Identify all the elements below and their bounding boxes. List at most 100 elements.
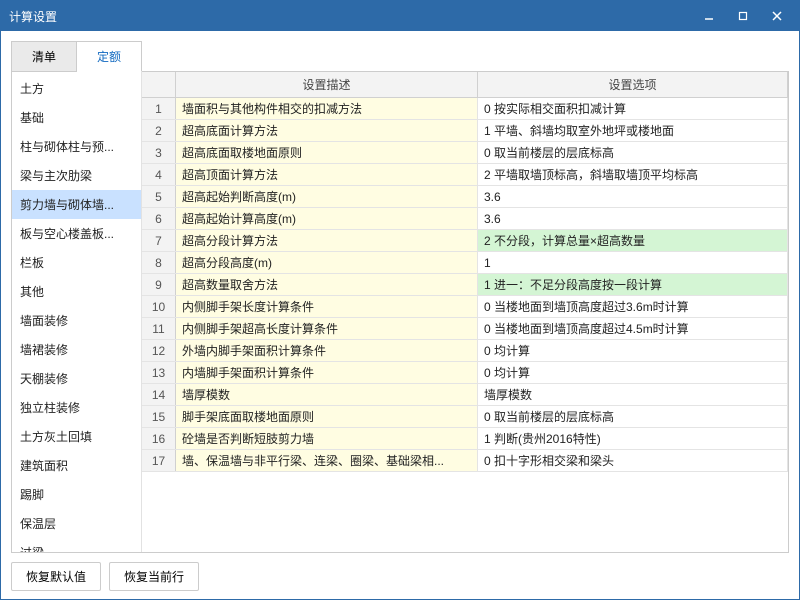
table-row: 15脚手架底面取楼地面原则0 取当前楼层的层底标高 xyxy=(142,406,788,428)
setting-description-cell[interactable]: 脚手架底面取楼地面原则 xyxy=(176,406,478,427)
setting-option-cell[interactable]: 0 当楼地面到墙顶高度超过4.5m时计算 xyxy=(478,318,788,339)
dialog-window: 计算设置 清单 定额 土方基础柱与砌体柱与预...梁与主次肋梁剪力墙与砌体墙..… xyxy=(0,0,800,600)
setting-description-cell[interactable]: 墙面积与其他构件相交的扣减方法 xyxy=(176,98,478,119)
table-row: 17墙、保温墙与非平行梁、连梁、圈梁、基础梁相...0 扣十字形相交梁和梁头 xyxy=(142,450,788,472)
sidebar-item[interactable]: 天棚装修 xyxy=(12,364,141,393)
column-header-opt[interactable]: 设置选项 xyxy=(478,72,788,97)
setting-description-cell[interactable]: 超高底面取楼地面原则 xyxy=(176,142,478,163)
row-number: 12 xyxy=(142,340,176,361)
table-row: 8超高分段高度(m)1 xyxy=(142,252,788,274)
restore-defaults-button[interactable]: 恢复默认值 xyxy=(11,562,101,591)
setting-description-cell[interactable]: 超高分段计算方法 xyxy=(176,230,478,251)
setting-description-cell[interactable]: 超高顶面计算方法 xyxy=(176,164,478,185)
setting-option-cell[interactable]: 0 均计算 xyxy=(478,362,788,383)
sidebar-item[interactable]: 建筑面积 xyxy=(12,451,141,480)
sidebar-item[interactable]: 土方 xyxy=(12,74,141,103)
content-area: 清单 定额 土方基础柱与砌体柱与预...梁与主次肋梁剪力墙与砌体墙...板与空心… xyxy=(1,31,799,599)
setting-option-cell[interactable]: 墙厚模数 xyxy=(478,384,788,405)
table-row: 3超高底面取楼地面原则0 取当前楼层的层底标高 xyxy=(142,142,788,164)
setting-description-cell[interactable]: 超高起始计算高度(m) xyxy=(176,208,478,229)
window-title: 计算设置 xyxy=(9,8,695,25)
table-row: 16砼墙是否判断短肢剪力墙1 判断(贵州2016特性) xyxy=(142,428,788,450)
setting-description-cell[interactable]: 外墙内脚手架面积计算条件 xyxy=(176,340,478,361)
table-row: 4超高顶面计算方法2 平墙取墙顶标高，斜墙取墙顶平均标高 xyxy=(142,164,788,186)
setting-description-cell[interactable]: 墙、保温墙与非平行梁、连梁、圈梁、基础梁相... xyxy=(176,450,478,471)
setting-option-cell[interactable]: 0 按实际相交面积扣减计算 xyxy=(478,98,788,119)
setting-option-cell[interactable]: 1 xyxy=(478,252,788,273)
setting-option-cell[interactable]: 2 不分段，计算总量×超高数量 xyxy=(478,230,788,251)
setting-description-cell[interactable]: 内侧脚手架长度计算条件 xyxy=(176,296,478,317)
setting-description-cell[interactable]: 超高起始判断高度(m) xyxy=(176,186,478,207)
setting-option-cell[interactable]: 3.6 xyxy=(478,208,788,229)
row-number: 5 xyxy=(142,186,176,207)
sidebar-item[interactable]: 梁与主次肋梁 xyxy=(12,161,141,190)
setting-option-cell[interactable]: 1 平墙、斜墙均取室外地坪或楼地面 xyxy=(478,120,788,141)
setting-option-cell[interactable]: 1 判断(贵州2016特性) xyxy=(478,428,788,449)
column-header-desc[interactable]: 设置描述 xyxy=(176,72,478,97)
maximize-button[interactable] xyxy=(729,6,757,26)
row-number: 16 xyxy=(142,428,176,449)
row-number: 1 xyxy=(142,98,176,119)
sidebar-item[interactable]: 剪力墙与砌体墙... xyxy=(12,190,141,219)
sidebar-item[interactable]: 保温层 xyxy=(12,509,141,538)
sidebar-item[interactable]: 墙裙装修 xyxy=(12,335,141,364)
row-number: 10 xyxy=(142,296,176,317)
setting-description-cell[interactable]: 超高数量取舍方法 xyxy=(176,274,478,295)
row-number: 15 xyxy=(142,406,176,427)
tabs-row: 清单 定额 xyxy=(11,41,789,72)
setting-description-cell[interactable]: 墙厚模数 xyxy=(176,384,478,405)
sidebar-item[interactable]: 独立柱装修 xyxy=(12,393,141,422)
row-number: 14 xyxy=(142,384,176,405)
row-number: 6 xyxy=(142,208,176,229)
setting-option-cell[interactable]: 0 取当前楼层的层底标高 xyxy=(478,406,788,427)
setting-option-cell[interactable]: 0 均计算 xyxy=(478,340,788,361)
sidebar-item[interactable]: 板与空心楼盖板... xyxy=(12,219,141,248)
footer: 恢复默认值 恢复当前行 xyxy=(11,553,789,593)
setting-description-cell[interactable]: 砼墙是否判断短肢剪力墙 xyxy=(176,428,478,449)
tab-quota[interactable]: 定额 xyxy=(77,41,142,72)
sidebar-item[interactable]: 过梁 xyxy=(12,538,141,552)
table-row: 5超高起始判断高度(m)3.6 xyxy=(142,186,788,208)
sidebar-item[interactable]: 墙面装修 xyxy=(12,306,141,335)
setting-option-cell[interactable]: 0 扣十字形相交梁和梁头 xyxy=(478,450,788,471)
table-row: 12外墙内脚手架面积计算条件0 均计算 xyxy=(142,340,788,362)
sidebar-item[interactable]: 柱与砌体柱与预... xyxy=(12,132,141,161)
table-row: 11内侧脚手架超高长度计算条件0 当楼地面到墙顶高度超过4.5m时计算 xyxy=(142,318,788,340)
grid-body: 1墙面积与其他构件相交的扣减方法0 按实际相交面积扣减计算2超高底面计算方法1 … xyxy=(142,98,788,552)
setting-description-cell[interactable]: 超高底面计算方法 xyxy=(176,120,478,141)
titlebar: 计算设置 xyxy=(1,1,799,31)
category-sidebar: 土方基础柱与砌体柱与预...梁与主次肋梁剪力墙与砌体墙...板与空心楼盖板...… xyxy=(12,72,142,552)
panel-body: 土方基础柱与砌体柱与预...梁与主次肋梁剪力墙与砌体墙...板与空心楼盖板...… xyxy=(11,71,789,553)
row-number: 9 xyxy=(142,274,176,295)
setting-description-cell[interactable]: 内墙脚手架面积计算条件 xyxy=(176,362,478,383)
tabs-panel: 清单 定额 土方基础柱与砌体柱与预...梁与主次肋梁剪力墙与砌体墙...板与空心… xyxy=(11,41,789,553)
sidebar-item[interactable]: 土方灰土回填 xyxy=(12,422,141,451)
table-row: 10内侧脚手架长度计算条件0 当楼地面到墙顶高度超过3.6m时计算 xyxy=(142,296,788,318)
grid-corner xyxy=(142,72,176,97)
setting-option-cell[interactable]: 1 进一：不足分段高度按一段计算 xyxy=(478,274,788,295)
row-number: 3 xyxy=(142,142,176,163)
setting-option-cell[interactable]: 3.6 xyxy=(478,186,788,207)
row-number: 11 xyxy=(142,318,176,339)
tab-list[interactable]: 清单 xyxy=(11,41,77,72)
table-row: 9超高数量取舍方法1 进一：不足分段高度按一段计算 xyxy=(142,274,788,296)
sidebar-item[interactable]: 基础 xyxy=(12,103,141,132)
sidebar-item[interactable]: 踢脚 xyxy=(12,480,141,509)
minimize-button[interactable] xyxy=(695,6,723,26)
close-button[interactable] xyxy=(763,6,791,26)
table-row: 6超高起始计算高度(m)3.6 xyxy=(142,208,788,230)
setting-description-cell[interactable]: 超高分段高度(m) xyxy=(176,252,478,273)
setting-option-cell[interactable]: 2 平墙取墙顶标高，斜墙取墙顶平均标高 xyxy=(478,164,788,185)
table-row: 14墙厚模数墙厚模数 xyxy=(142,384,788,406)
sidebar-item[interactable]: 其他 xyxy=(12,277,141,306)
sidebar-item[interactable]: 栏板 xyxy=(12,248,141,277)
setting-description-cell[interactable]: 内侧脚手架超高长度计算条件 xyxy=(176,318,478,339)
table-row: 7超高分段计算方法2 不分段，计算总量×超高数量 xyxy=(142,230,788,252)
row-number: 8 xyxy=(142,252,176,273)
table-row: 1墙面积与其他构件相交的扣减方法0 按实际相交面积扣减计算 xyxy=(142,98,788,120)
setting-option-cell[interactable]: 0 当楼地面到墙顶高度超过3.6m时计算 xyxy=(478,296,788,317)
setting-option-cell[interactable]: 0 取当前楼层的层底标高 xyxy=(478,142,788,163)
restore-row-button[interactable]: 恢复当前行 xyxy=(109,562,199,591)
row-number: 7 xyxy=(142,230,176,251)
window-controls xyxy=(695,6,791,26)
